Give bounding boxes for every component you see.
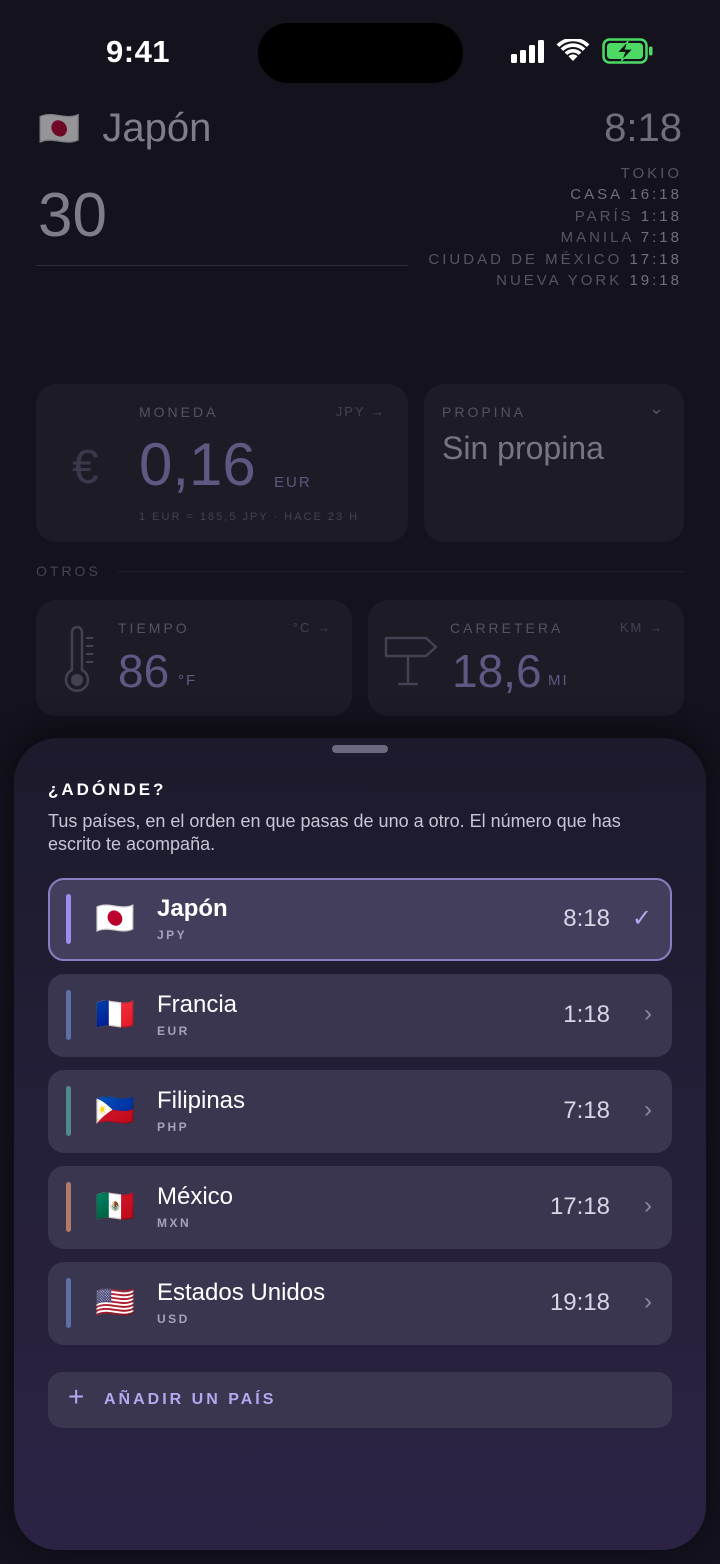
add-country-label: AÑADIR UN PAÍS <box>104 1391 277 1408</box>
accent-bar <box>66 1278 71 1328</box>
weather-card-label: TIEMPO <box>118 620 190 636</box>
mexico-flag-icon: 🇲🇽 <box>95 1188 135 1224</box>
country-time: 19:18 <box>549 1289 610 1316</box>
country-row-filipinas[interactable]: 🇵🇭 Filipinas PHP 7:18 › <box>48 1070 672 1153</box>
accent-bar <box>66 1182 71 1232</box>
current-country[interactable]: 🇯🇵 Japón <box>38 106 211 151</box>
weather-value-unit: °F <box>178 672 198 689</box>
currency-value-unit: EUR <box>274 474 312 491</box>
country-name: Estados Unidos <box>157 1279 326 1306</box>
add-country-button[interactable]: + AÑADIR UN PAÍS <box>48 1372 672 1428</box>
currency-code: USD <box>157 1312 190 1326</box>
amount-input[interactable]: 30 <box>38 180 107 251</box>
currency-card-label: MONEDA <box>139 404 219 420</box>
usa-flag-icon: 🇺🇸 <box>95 1284 135 1320</box>
chevron-right-icon: › <box>644 1288 652 1315</box>
tip-value: Sin propina <box>442 430 604 466</box>
road-card-label: CARRETERA <box>450 620 564 636</box>
road-card[interactable]: CARRETERA KM → 18,6 MI <box>368 600 684 716</box>
france-flag-icon: 🇫🇷 <box>95 996 135 1032</box>
clock-row: MANILA 7:18 <box>560 229 682 247</box>
others-section-label: OTROS <box>36 563 101 579</box>
clock-row: PARÍS 1:18 <box>574 207 682 225</box>
weather-card[interactable]: TIEMPO °C → 86 °F <box>36 600 352 716</box>
accent-bar <box>66 894 71 944</box>
clock-row: TOKIO <box>620 165 682 182</box>
weather-value: 86 <box>118 645 170 697</box>
currency-code: JPY <box>157 928 188 942</box>
country-name: México <box>157 1183 234 1210</box>
currency-code: MXN <box>157 1216 192 1230</box>
tip-card-label: PROPINA <box>442 404 527 420</box>
japan-flag-icon: 🇯🇵 <box>95 900 135 936</box>
accent-bar <box>66 1086 71 1136</box>
exchange-rate-note: 1 EUR = 185,5 JPY · HACE 23 H <box>139 511 360 523</box>
road-value-unit: MI <box>548 672 569 689</box>
converter-screen: 🇯🇵 Japón 30 8:18 TOKIO CASA 16:18 PARÍS … <box>0 0 720 740</box>
chevron-right-icon: › <box>644 1096 652 1123</box>
country-time: 17:18 <box>549 1193 610 1220</box>
clock-row: NUEVA YORK 19:18 <box>496 272 682 290</box>
checkmark-icon: ✓ <box>631 905 652 932</box>
country-time: 1:18 <box>563 1001 610 1028</box>
world-clock-list: TOKIO CASA 16:18 PARÍS 1:18 MANILA 7:18 … <box>428 163 682 291</box>
weather-unit-toggle[interactable]: °C → <box>293 620 332 635</box>
currency-unit-toggle[interactable]: JPY → <box>336 404 386 419</box>
tip-card[interactable]: PROPINA ⌄ Sin propina <box>424 384 684 542</box>
sheet-title: ¿ADÓNDE? <box>48 780 167 799</box>
currency-code: PHP <box>157 1120 190 1134</box>
road-unit-toggle[interactable]: KM → <box>620 620 664 635</box>
chevron-right-icon: › <box>644 1000 652 1027</box>
country-name: Filipinas <box>157 1087 246 1114</box>
sheet-grabber[interactable] <box>332 745 388 753</box>
chevron-down-icon[interactable]: ⌄ <box>649 398 664 419</box>
country-name: Japón <box>157 895 228 922</box>
country-list: 🇯🇵 Japón JPY 8:18 ✓ 🇫🇷 Francia EUR 1:18 … <box>48 878 672 1358</box>
country-time: 8:18 <box>563 905 610 932</box>
chevron-right-icon: › <box>644 1192 652 1219</box>
currency-card[interactable]: MONEDA JPY → € 0,16 EUR 1 EUR = 185,5 JP… <box>36 384 408 542</box>
country-name: Francia <box>157 991 238 1018</box>
country-name: Japón <box>102 106 212 150</box>
country-row-mexico[interactable]: 🇲🇽 México MXN 17:18 › <box>48 1166 672 1249</box>
country-picker-sheet: ¿ADÓNDE? Tus países, en el orden en que … <box>14 738 706 1550</box>
clock-row: CASA 16:18 <box>570 186 682 204</box>
road-value: 18,6 <box>452 645 542 697</box>
euro-icon: € <box>72 441 99 494</box>
japan-flag-icon: 🇯🇵 <box>38 109 81 148</box>
currency-value: 0,16 <box>139 431 256 498</box>
local-time: 8:18 <box>604 106 682 150</box>
plus-icon: + <box>68 1381 85 1412</box>
amount-underline <box>36 265 408 266</box>
clock-row: CIUDAD DE MÉXICO 17:18 <box>428 250 682 268</box>
country-row-francia[interactable]: 🇫🇷 Francia EUR 1:18 › <box>48 974 672 1057</box>
sheet-description: Tus países, en el orden en que pasas de … <box>48 811 621 854</box>
philippines-flag-icon: 🇵🇭 <box>95 1092 135 1128</box>
signpost-icon <box>384 636 438 686</box>
accent-bar <box>66 990 71 1040</box>
country-time: 7:18 <box>563 1097 610 1124</box>
country-row-estados-unidos[interactable]: 🇺🇸 Estados Unidos USD 19:18 › <box>48 1262 672 1345</box>
currency-code: EUR <box>157 1024 190 1038</box>
thermometer-icon <box>64 625 93 693</box>
section-divider <box>118 571 684 572</box>
country-row-japon[interactable]: 🇯🇵 Japón JPY 8:18 ✓ <box>48 878 672 961</box>
